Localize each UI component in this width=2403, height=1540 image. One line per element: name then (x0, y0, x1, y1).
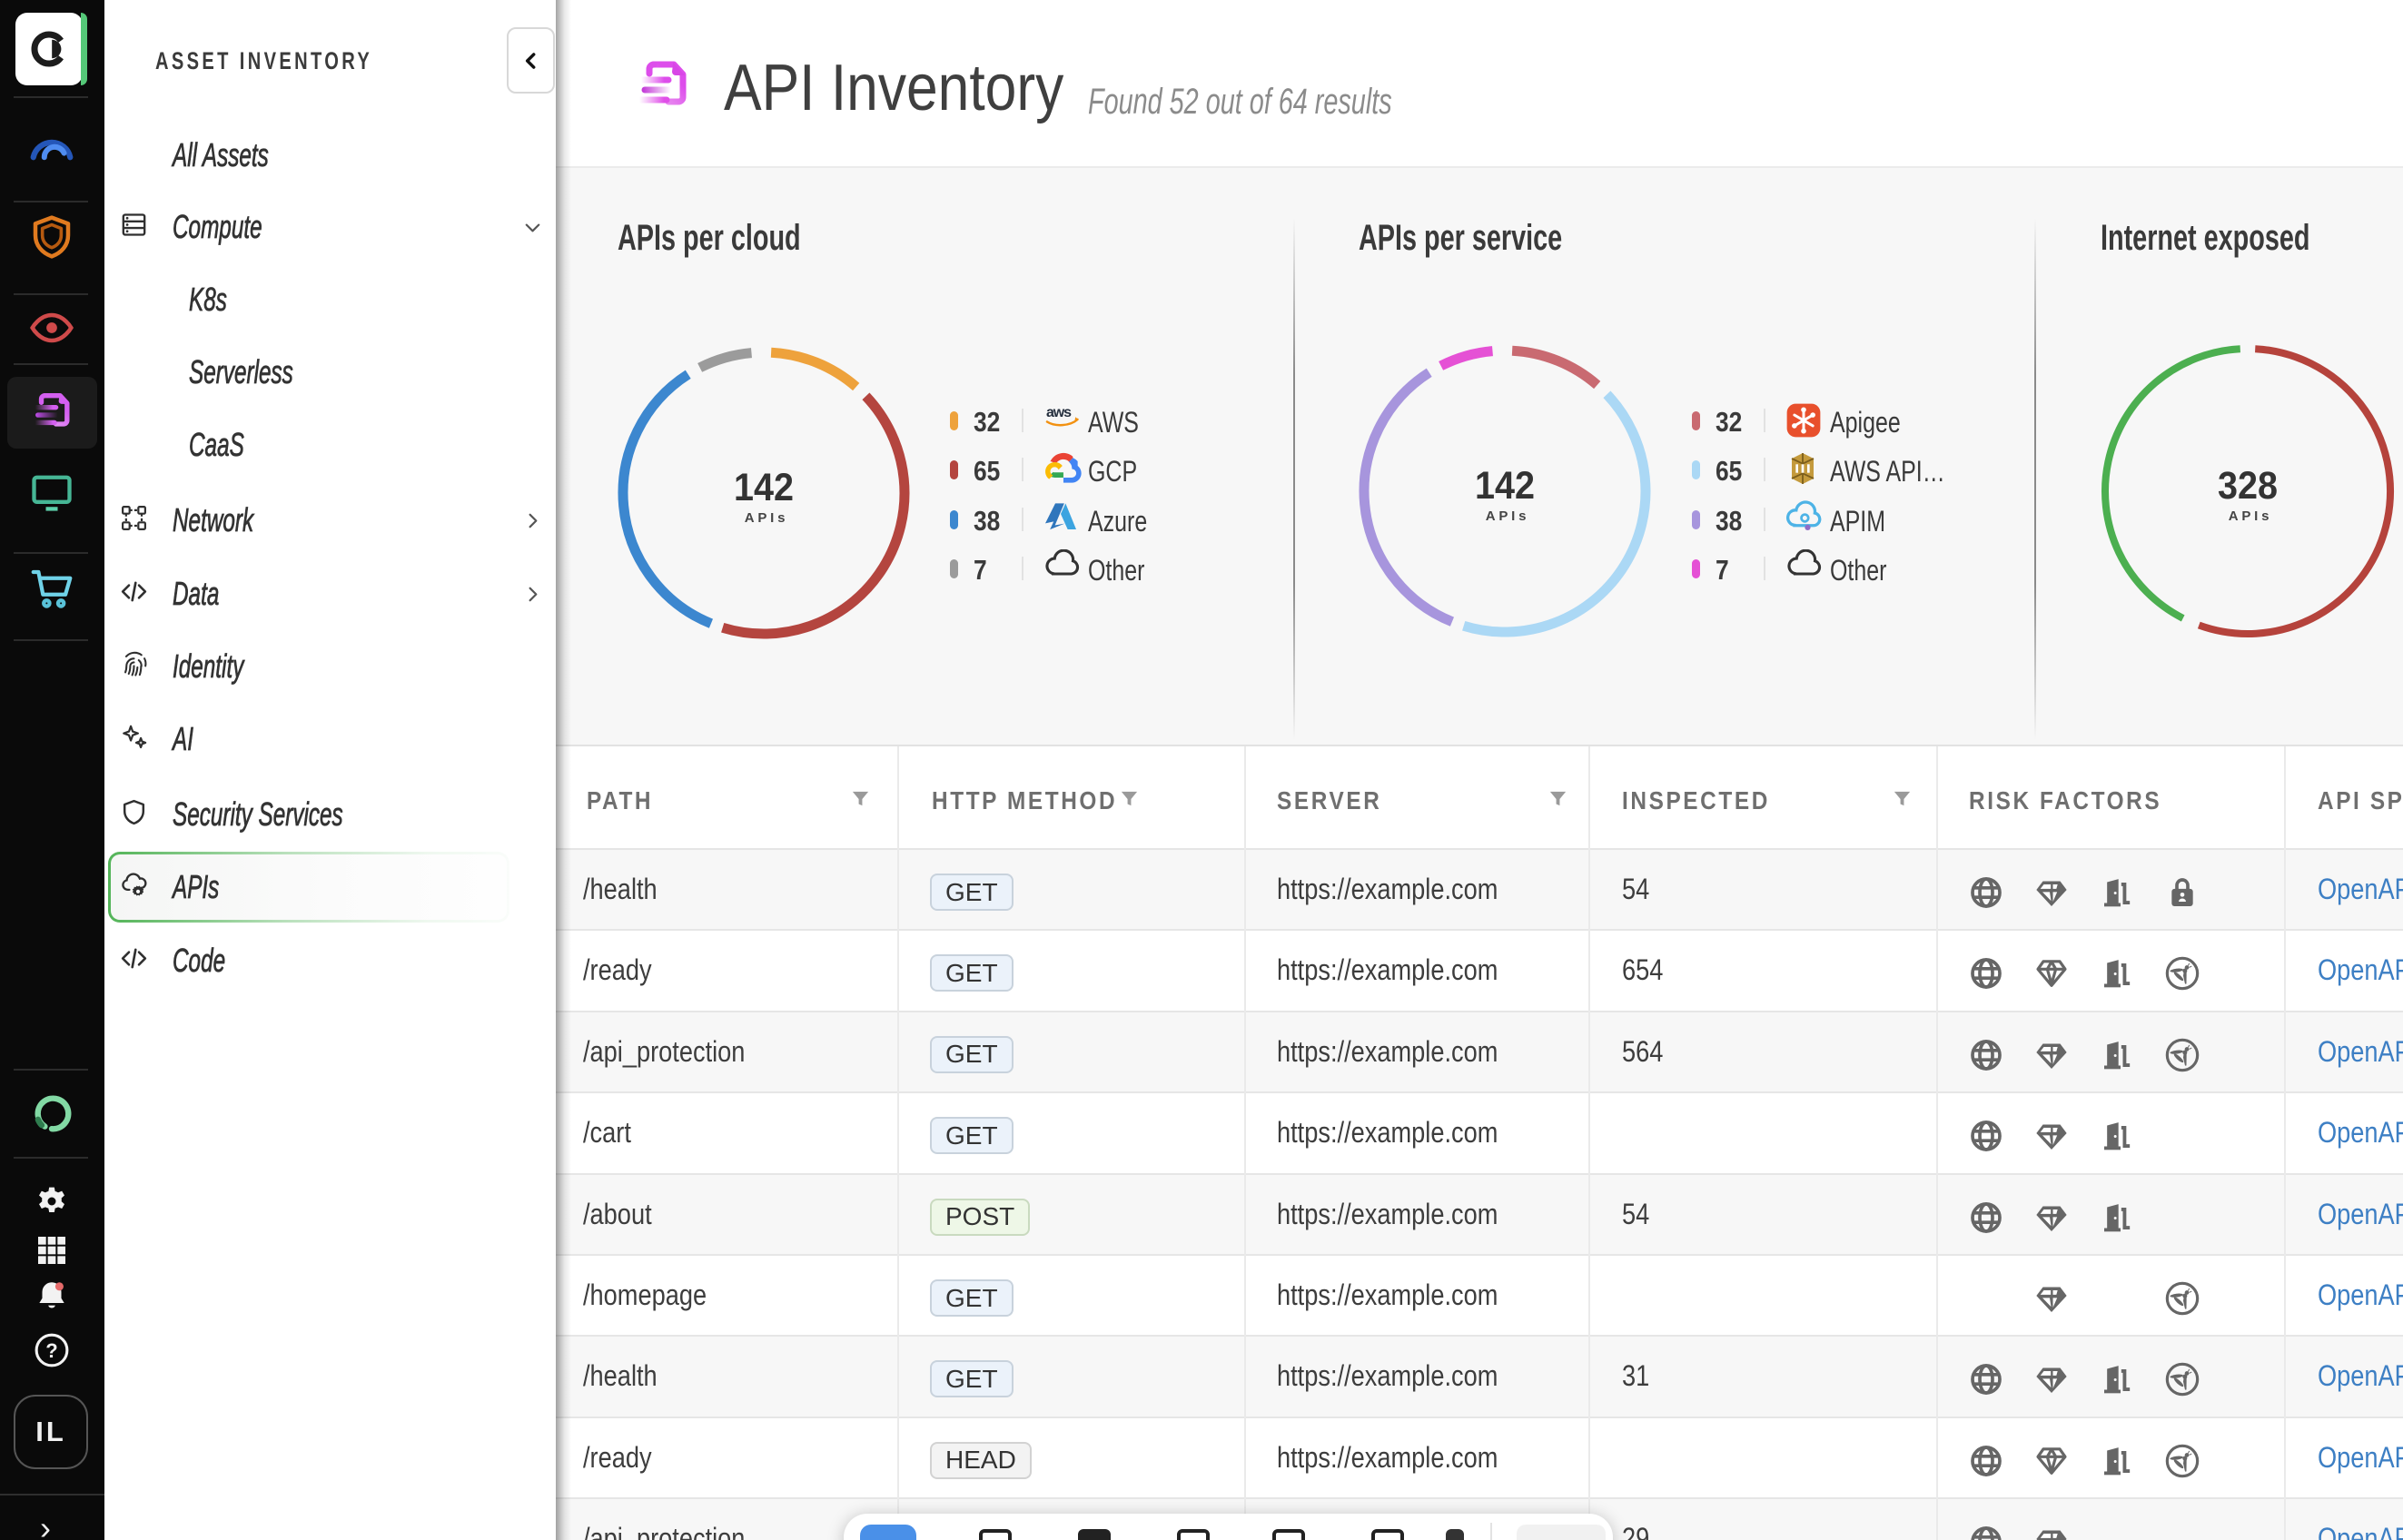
svg-text:?: ? (45, 1339, 57, 1362)
